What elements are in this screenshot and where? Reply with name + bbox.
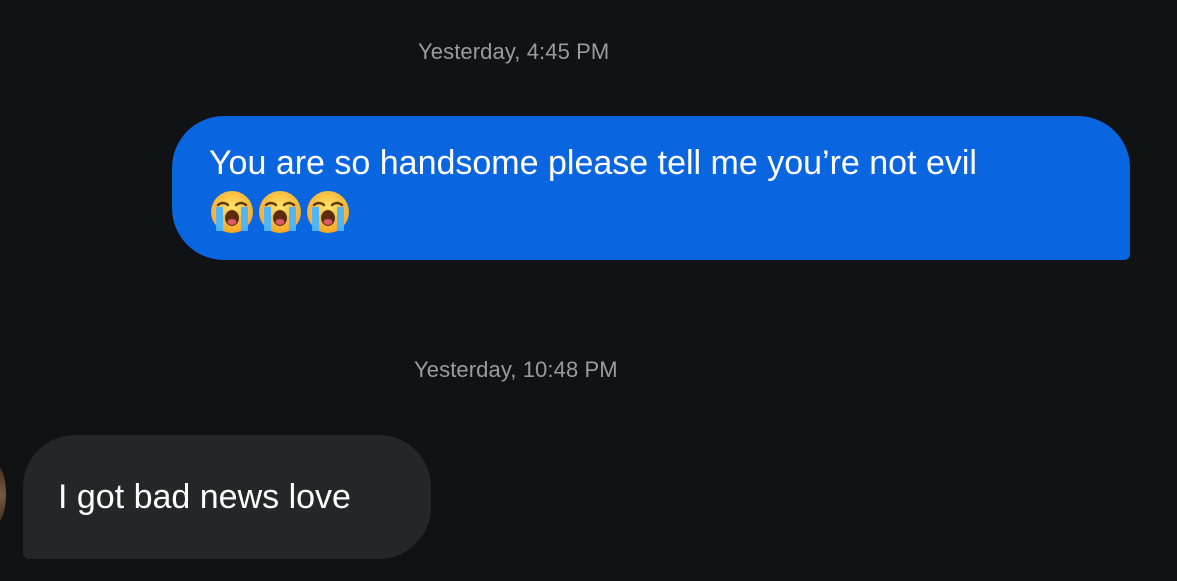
- message-timestamp: Yesterday, 4:45 PM: [418, 39, 610, 64]
- message-text: You are so handsome please tell me you’r…: [209, 144, 977, 182]
- loudly-crying-face-icon: [211, 191, 253, 233]
- message-timestamp: Yesterday, 10:48 PM: [414, 357, 618, 382]
- message-text: I got bad news love: [58, 478, 351, 516]
- received-message-bubble[interactable]: I got bad news love: [23, 435, 431, 559]
- loudly-crying-face-icon: [307, 191, 349, 233]
- sent-message-bubble[interactable]: You are so handsome please tell me you’r…: [172, 116, 1130, 260]
- emoji-row: [209, 189, 1094, 235]
- sender-avatar[interactable]: [0, 464, 6, 524]
- loudly-crying-face-icon: [259, 191, 301, 233]
